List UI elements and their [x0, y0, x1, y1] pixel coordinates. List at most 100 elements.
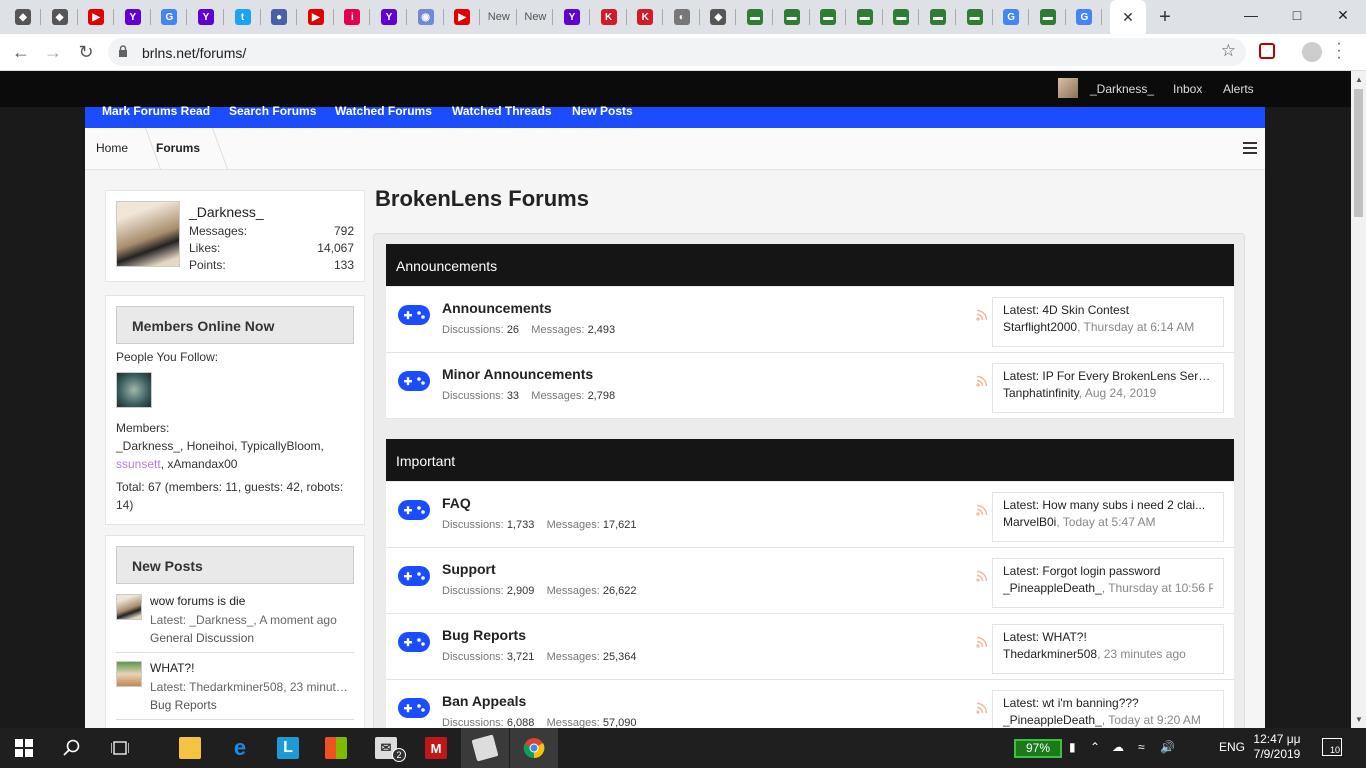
battery-indicator[interactable]: 97% — [1014, 739, 1062, 758]
search-forums-link[interactable]: Search Forums — [229, 104, 316, 118]
new-post-title[interactable]: WHAT?! — [150, 661, 194, 675]
browser-tab[interactable]: G — [993, 6, 1030, 28]
new-post-forum[interactable]: General Discussion — [150, 631, 254, 645]
browser-tab[interactable]: ▬ — [810, 6, 847, 28]
browser-tab[interactable]: Y — [115, 6, 151, 28]
extension-icon[interactable] — [1259, 43, 1275, 59]
scroll-up-arrow-icon[interactable]: ▲ — [1355, 75, 1363, 84]
cloud-icon[interactable]: ☁ — [1112, 740, 1124, 754]
scrollbar-thumb[interactable] — [1354, 89, 1363, 217]
minimize-button[interactable]: — — [1228, 0, 1274, 30]
followed-user-avatar[interactable] — [116, 372, 152, 408]
latest-post-title[interactable]: Latest: Forgot login password — [1003, 564, 1213, 578]
latest-post-user[interactable]: _PineappleDeath_ — [1003, 713, 1102, 727]
rss-feed-icon[interactable] — [976, 570, 988, 582]
edge-button[interactable]: e — [216, 728, 264, 768]
browser-tab[interactable]: G — [151, 6, 188, 28]
watched-forums-link[interactable]: Watched Forums — [335, 104, 432, 118]
close-window-button[interactable]: ✕ — [1320, 0, 1366, 30]
profile-username[interactable]: _Darkness_ — [189, 204, 264, 220]
latest-post-title[interactable]: Latest: IP For Every BrokenLens Server — [1003, 369, 1213, 383]
category-header-important[interactable]: Important — [386, 439, 1234, 481]
forum-node-title[interactable]: Bug Reports — [442, 627, 526, 643]
browser-tab[interactable]: ◐ — [664, 6, 700, 28]
browser-tab[interactable]: New — [481, 6, 517, 28]
browser-tab[interactable]: K — [591, 6, 627, 28]
latest-post-user[interactable]: Starflight2000 — [1003, 320, 1077, 334]
clock[interactable]: 12:47 μμ 7/9/2019 — [1250, 732, 1304, 762]
browser-tab[interactable]: ▬ — [920, 6, 956, 28]
browser-tab[interactable]: ▬ — [774, 6, 810, 28]
back-button[interactable]: ← — [9, 40, 33, 64]
chrome-taskbar-button[interactable] — [510, 728, 558, 768]
latest-post-title[interactable]: Latest: How many subs i need 2 clai... — [1003, 498, 1213, 512]
member-ssunsett[interactable]: ssunsett — [116, 457, 161, 471]
chrome-menu-icon[interactable]: · · · — [1334, 36, 1344, 66]
browser-tab[interactable]: ▬ — [883, 6, 920, 28]
browser-tab[interactable]: ▶ — [78, 6, 115, 28]
browser-tab[interactable]: ◆ — [700, 6, 737, 28]
power-plug-icon[interactable]: ▮ — [1069, 740, 1076, 754]
username-link[interactable]: _Darkness_ — [1090, 82, 1154, 96]
latest-post-title[interactable]: Latest: wt i'm banning??? — [1003, 696, 1213, 710]
forum-node-title[interactable]: Support — [442, 561, 496, 577]
active-browser-tab[interactable]: ✕ — [1110, 0, 1146, 34]
browser-tab[interactable]: K — [627, 6, 664, 28]
profile-avatar[interactable] — [116, 201, 180, 267]
task-view-button[interactable] — [96, 728, 144, 768]
store-button[interactable] — [312, 728, 360, 768]
browser-tab[interactable]: ▶ — [444, 6, 481, 28]
browser-tab[interactable]: ▬ — [1030, 6, 1066, 28]
app-l-button[interactable]: L — [264, 728, 312, 768]
latest-post-title[interactable]: Latest: 4D Skin Contest — [1003, 303, 1213, 317]
rss-feed-icon[interactable] — [976, 636, 988, 648]
forum-node-title[interactable]: Ban Appeals — [442, 693, 526, 709]
browser-tab[interactable]: ▬ — [847, 6, 883, 28]
bookmark-star-icon[interactable]: ☆ — [1221, 41, 1236, 61]
forward-button[interactable]: → — [41, 40, 65, 64]
alerts-link[interactable]: Alerts — [1223, 82, 1254, 96]
browser-tab[interactable]: Y — [188, 6, 224, 28]
search-button[interactable] — [48, 728, 96, 768]
hamburger-menu-icon[interactable] — [1243, 142, 1257, 157]
chevron-up-icon[interactable]: ⌃ — [1090, 740, 1100, 754]
mcafee-button[interactable]: M — [412, 728, 460, 768]
latest-post-title[interactable]: Latest: WHAT?! — [1003, 630, 1213, 644]
new-posts-link[interactable]: New Posts — [572, 104, 633, 118]
latest-post-user[interactable]: Tanphatinfinity — [1003, 386, 1079, 400]
roblox-taskbar-button[interactable] — [461, 728, 509, 768]
category-header-announcements[interactable]: Announcements — [386, 244, 1234, 286]
mail-button[interactable]: ✉ 2 — [362, 728, 410, 768]
browser-tab[interactable]: Y — [554, 6, 590, 28]
inbox-link[interactable]: Inbox — [1173, 82, 1202, 96]
browser-tab[interactable]: ▬ — [957, 6, 993, 28]
forum-node-title[interactable]: FAQ — [442, 495, 471, 511]
browser-tab[interactable]: ▬ — [737, 6, 773, 28]
browser-tab[interactable]: ◉ — [408, 6, 444, 28]
volume-icon[interactable]: 🔊 — [1160, 740, 1175, 754]
close-tab-icon[interactable]: ✕ — [1122, 9, 1134, 26]
latest-post-user[interactable]: Thedarkminer508 — [1003, 647, 1097, 661]
forum-node-title[interactable]: Announcements — [442, 300, 552, 316]
new-post-forum[interactable]: Bug Reports — [150, 698, 217, 712]
member-xamandax00[interactable]: , xAmandax00 — [161, 457, 238, 471]
user-avatar[interactable] — [1058, 78, 1078, 98]
scroll-down-arrow-icon[interactable]: ▼ — [1355, 715, 1363, 724]
wifi-icon[interactable]: ≈ — [1138, 740, 1145, 754]
browser-tab[interactable]: t — [225, 6, 261, 28]
latest-post-user[interactable]: _PineappleDeath_ — [1003, 581, 1102, 595]
mark-forums-read-link[interactable]: Mark Forums Read — [102, 104, 210, 118]
start-button[interactable] — [0, 728, 48, 768]
rss-feed-icon[interactable] — [976, 702, 988, 714]
reload-button[interactable]: ↻ — [74, 40, 98, 64]
language-indicator[interactable]: ENG — [1219, 740, 1245, 754]
browser-tab[interactable]: New — [517, 6, 554, 28]
browser-tab[interactable]: ▶ — [298, 6, 334, 28]
rss-feed-icon[interactable] — [976, 504, 988, 516]
browser-tab[interactable]: i — [334, 6, 371, 28]
members-names[interactable]: _Darkness_, Honeihoi, TypicallyBloom, — [116, 437, 356, 455]
browser-tab[interactable]: G — [1066, 6, 1103, 28]
profile-avatar-icon[interactable] — [1302, 42, 1322, 62]
file-explorer-button[interactable] — [166, 728, 214, 768]
rss-feed-icon[interactable] — [976, 309, 988, 321]
